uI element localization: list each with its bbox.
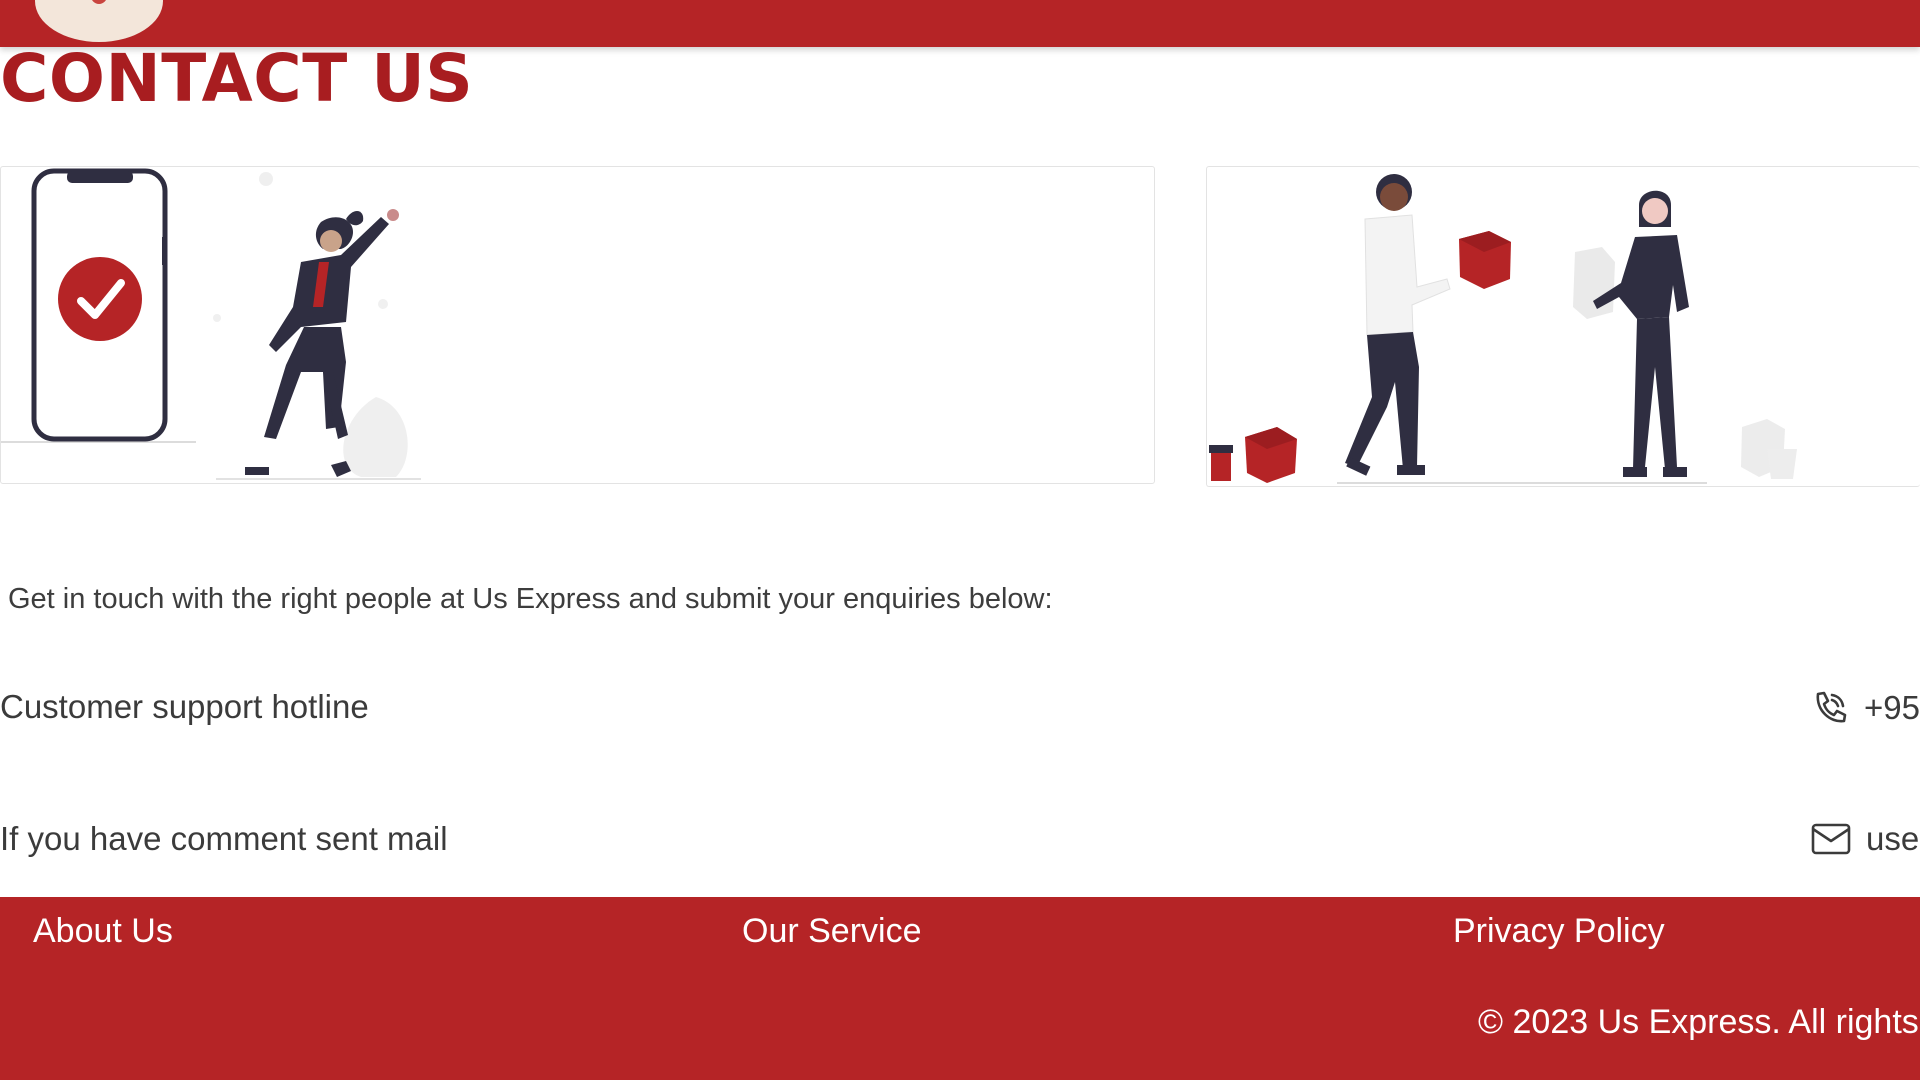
illustration-card-success <box>0 166 1155 484</box>
mail-address: use <box>1866 820 1920 857</box>
page-title: CONTACT US <box>0 40 474 117</box>
hotline-label: Customer support hotline <box>0 688 369 725</box>
delivery-illustration <box>1209 174 1797 484</box>
mail-icon <box>1810 821 1852 857</box>
illustration-card-delivery <box>1206 166 1920 487</box>
hotline-contact[interactable]: +95 <box>1810 688 1920 728</box>
footer-link-our-service[interactable]: Our Service <box>742 912 922 951</box>
man-figure <box>1345 174 1451 476</box>
phone-icon <box>1810 688 1850 728</box>
check-circle-icon <box>58 257 142 341</box>
footer-link-privacy-policy[interactable]: Privacy Policy <box>1453 912 1665 951</box>
copyright-text: © 2023 Us Express. All rights <box>1478 1003 1919 1041</box>
logo[interactable] <box>35 0 163 42</box>
hotline-number: +95 <box>1864 689 1920 726</box>
mail-contact[interactable]: use <box>1810 820 1919 858</box>
woman-figure-right <box>1593 190 1689 477</box>
footer-link-about-us[interactable]: About Us <box>33 912 173 951</box>
success-illustration <box>1 168 421 480</box>
intro-text: Get in touch with the right people at Us… <box>8 583 1053 615</box>
mail-label: If you have comment sent mail <box>0 820 448 857</box>
